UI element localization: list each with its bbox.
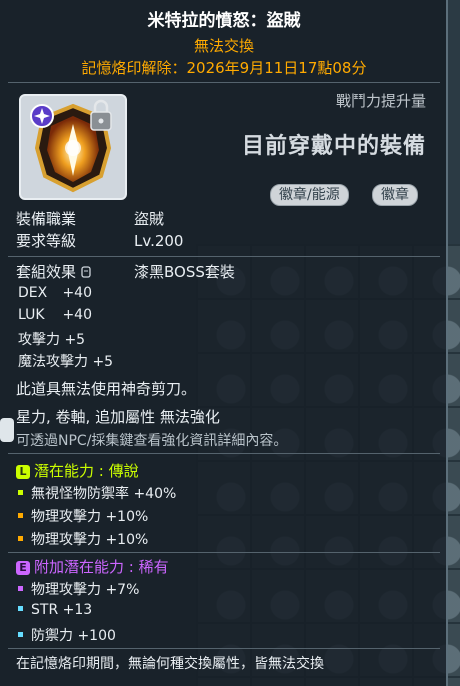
legendary-badge-icon: L — [16, 465, 30, 479]
tag-emblem-energy: 徽章/能源 — [270, 184, 349, 206]
enhance-note: 星力, 卷軸, 追加屬性 無法強化 — [16, 408, 220, 426]
stat-line: 魔法攻擊力 +5 — [18, 354, 114, 370]
set-value: 漆黑BOSS套裝 — [134, 263, 235, 281]
job-label: 裝備職業 — [16, 210, 77, 228]
additional-potential-header: E 附加潛在能力 : 稀有 — [16, 556, 169, 577]
tag-emblem: 徽章 — [372, 184, 418, 206]
level-value: Lv.200 — [134, 232, 184, 250]
additional-potential-line: 物理攻擊力 +7% — [18, 579, 139, 599]
job-row: 裝備職業 盜賊 — [16, 208, 164, 229]
divider — [8, 648, 440, 649]
stat-line: LUK +40 — [18, 307, 92, 323]
rare-badge-icon: E — [16, 561, 30, 575]
set-info-icon — [81, 266, 91, 278]
job-value: 盜賊 — [134, 210, 165, 228]
potential-line: 物理攻擊力 +10% — [18, 506, 148, 526]
unseal-info: 記憶烙印解除：2026年9月11日17點08分 — [81, 59, 367, 77]
seal-footer: 在記憶烙印期間，無論何種交換屬性，皆無法交換 — [16, 656, 324, 672]
item-tooltip: 米特拉的憤怒：盜賊 無法交換 記憶烙印解除：2026年9月11日17點08分 戰… — [0, 0, 448, 686]
level-label: 要求等級 — [16, 232, 77, 250]
divider — [8, 82, 440, 83]
divider — [8, 552, 440, 553]
chat-bubble-icon — [0, 418, 14, 442]
potential-line: 無視怪物防禦率 +40% — [18, 483, 176, 503]
potential-header: L 潛在能力 : 傳說 — [16, 460, 139, 481]
combat-power-label: 戰鬥力提升量 — [335, 92, 426, 110]
lock-icon — [90, 99, 112, 131]
item-title: 米特拉的憤怒：盜賊 — [147, 11, 301, 31]
divider — [8, 453, 440, 454]
potential-line: 物理攻擊力 +10% — [18, 529, 148, 549]
set-label: 套組效果 — [16, 261, 134, 282]
stat-line: DEX +40 — [18, 285, 92, 301]
currently-wearing-label: 目前穿戴中的裝備 — [241, 134, 426, 159]
set-row: 套組效果 漆黑BOSS套裝 — [16, 261, 235, 282]
scissors-note: 此道具無法使用神奇剪刀。 — [16, 380, 197, 398]
level-row: 要求等級 Lv.200 — [16, 230, 183, 251]
trade-status: 無法交換 — [193, 37, 254, 55]
additional-potential-line: 防禦力 +100 — [18, 625, 116, 645]
item-icon-frame — [19, 94, 127, 200]
stat-line: 攻擊力 +5 — [18, 332, 86, 348]
npc-hint: 可透過NPC/採集鍵查看強化資訊詳細內容。 — [16, 433, 288, 449]
additional-potential-line: STR +13 — [18, 602, 92, 618]
divider — [8, 256, 440, 257]
